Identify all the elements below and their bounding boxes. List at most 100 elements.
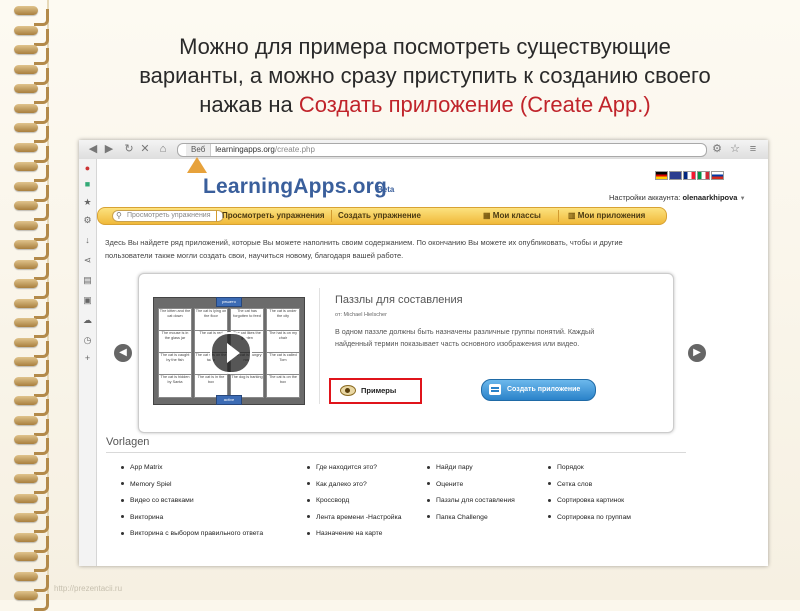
account-settings[interactable]: Настройки аккаунта: olenaarkhipova ▼ [609, 193, 746, 202]
nav-divider [558, 210, 559, 222]
settings-icon[interactable]: ⚙ [82, 215, 93, 226]
flag-it-icon[interactable] [697, 171, 710, 180]
spiral-ring [14, 240, 49, 260]
add-icon[interactable]: + [82, 353, 93, 364]
preview-tab-top: решето [216, 297, 242, 307]
play-video-icon[interactable] [210, 332, 252, 374]
download-icon[interactable]: ↓ [82, 235, 93, 246]
address-tab: Веб [186, 144, 212, 156]
photo-icon[interactable]: ■ [82, 179, 93, 190]
spiral-ring [14, 318, 49, 338]
heading-highlight: Создать приложение (Create App.) [298, 92, 651, 117]
spiral-binding [0, 0, 56, 611]
stop-icon[interactable]: ✕ [139, 143, 151, 155]
templates-column-2: Где находится это? Как далеко это? Кроссво… [307, 460, 402, 543]
spiral-ring [14, 376, 49, 397]
card-divider [319, 288, 320, 404]
spiral-ring [14, 415, 49, 436]
forward-icon[interactable]: ▶ [103, 143, 115, 155]
template-link[interactable]: Где находится это? [307, 460, 402, 477]
spiral-ring [14, 201, 49, 221]
spiral-ring [14, 142, 49, 163]
template-link[interactable]: Оцените [427, 477, 515, 494]
template-link[interactable]: Memory Spiel [121, 477, 263, 494]
address-path: /create.php [274, 145, 315, 154]
template-link[interactable]: Папка Challenge [427, 510, 515, 527]
star-icon[interactable]: ★ [82, 197, 93, 208]
classes-icon: ▦ [483, 211, 491, 220]
template-link[interactable]: App Matrix [121, 460, 263, 477]
spiral-ring [14, 454, 49, 475]
spiral-ring [14, 474, 49, 494]
template-link[interactable]: Викторина с выбором правильного ответа [121, 526, 263, 543]
nav-my-apps[interactable]: ▥ Мои приложения [568, 211, 645, 220]
heading-line-1: Можно для примера посмотреть существующи… [179, 34, 671, 59]
template-link[interactable]: Назначение на карте [307, 526, 402, 543]
template-link[interactable]: Сортировка по группам [548, 510, 631, 527]
flag-de-icon[interactable] [655, 171, 668, 180]
nav-create-exercise[interactable]: Создать упражнение [338, 211, 421, 220]
search-input[interactable]: ⚲ Просмотреть упражнения [112, 210, 224, 222]
browser-toolbar: ◀ ▶ ↻ ✕ ⌂ Веб learningapps.org/create.php… [79, 140, 768, 160]
app-carousel: решето The kitten and the cat down The ca… [138, 273, 674, 433]
eye-icon [340, 385, 356, 396]
carousel-next-button[interactable]: ▶ [688, 344, 706, 362]
spiral-ring [14, 357, 49, 377]
reload-icon[interactable]: ↻ [123, 143, 135, 155]
templates-column-4: Порядок Сетка слов Сортировка картинок Сорт… [548, 460, 631, 526]
app-preview-image[interactable]: решето The kitten and the cat down The ca… [153, 297, 305, 405]
templates-column-1: App Matrix Memory Spiel Видео со вставками… [121, 460, 263, 543]
template-link[interactable]: Найди пару [427, 460, 515, 477]
history-icon[interactable]: ◷ [82, 335, 93, 346]
intro-line-1: Здесь Вы найдете ряд приложений, которые… [105, 238, 623, 247]
template-link[interactable]: Паззлы для составления [427, 493, 515, 510]
flag-ru-icon[interactable] [711, 171, 724, 180]
address-domain: learningapps.org [215, 145, 275, 154]
window-icon[interactable]: ▣ [82, 295, 93, 306]
puzzle-piece: The cat is caught by the fish [158, 352, 192, 376]
template-link[interactable]: Сетка слов [548, 477, 631, 494]
logo-graphic-icon [187, 157, 207, 173]
note-icon[interactable]: ▤ [82, 275, 93, 286]
spiral-ring [14, 25, 49, 46]
template-link[interactable]: Сортировка картинок [548, 493, 631, 510]
examples-button[interactable]: Примеры [329, 378, 422, 404]
share-icon[interactable]: ⋖ [82, 255, 93, 266]
spiral-ring [14, 337, 49, 358]
template-link[interactable]: Порядок [548, 460, 631, 477]
site-logo[interactable]: LearningApps.org Beta [187, 157, 403, 203]
template-link[interactable]: Как далеко это? [307, 477, 402, 494]
tools-icon[interactable]: ⚙ [711, 143, 723, 155]
nav-my-apps-label: Мои приложения [577, 211, 646, 220]
beta-label: Beta [377, 185, 395, 194]
menu-icon[interactable]: ≡ [747, 143, 759, 155]
preview-tab-bottom: active [216, 395, 242, 405]
cloud-icon[interactable]: ☁ [82, 315, 93, 326]
templates-heading: Vorlagen [106, 436, 150, 448]
template-link[interactable]: Викторина [121, 510, 263, 527]
nav-browse-exercises[interactable]: Просмотреть упражнения [222, 211, 325, 220]
back-icon[interactable]: ◀ [87, 143, 99, 155]
template-link[interactable]: Видео со вставками [121, 493, 263, 510]
spiral-ring [14, 84, 49, 104]
puzzle-piece: The cat is lying on the floor [194, 308, 228, 332]
spiral-ring [14, 103, 49, 124]
create-app-button[interactable]: Создать приложение [481, 379, 596, 401]
nav-my-classes[interactable]: ▦ Мои классы [483, 211, 541, 220]
spiral-ring [14, 123, 49, 143]
bookmark-icon[interactable]: ☆ [729, 143, 741, 155]
flag-en-icon[interactable] [669, 171, 682, 180]
app-description: В одном паззле должны быть назначены раз… [335, 327, 595, 348]
flag-fr-icon[interactable] [683, 171, 696, 180]
slide-heading: Можно для примера посмотреть существующи… [60, 32, 790, 119]
app-icon[interactable]: ● [82, 163, 93, 174]
create-app-label: Создать приложение [507, 386, 581, 393]
address-bar[interactable]: Веб learningapps.org/create.php [177, 143, 707, 157]
footer-url: http://prezentacii.ru [54, 584, 123, 593]
language-flags [655, 167, 725, 185]
puzzle-piece: The hat is on my chair [266, 330, 300, 354]
template-link[interactable]: Кроссворд [307, 493, 402, 510]
template-link[interactable]: Лента времени -Настройка [307, 510, 402, 527]
carousel-prev-button[interactable]: ◀ [114, 344, 132, 362]
home-icon[interactable]: ⌂ [157, 143, 169, 155]
